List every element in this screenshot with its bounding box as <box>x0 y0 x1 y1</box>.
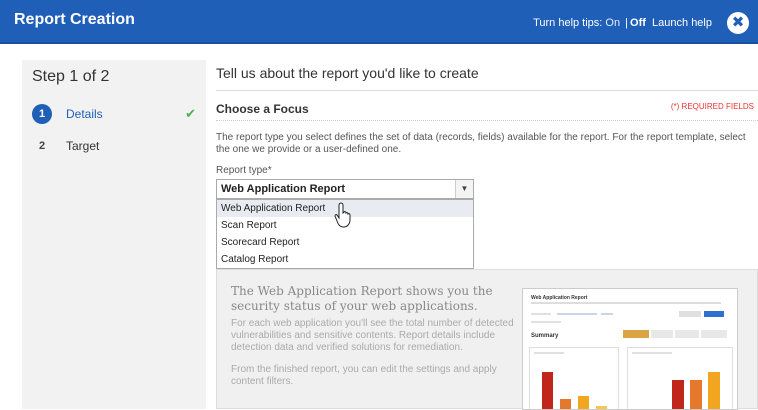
preview-text-line <box>601 313 613 315</box>
close-icon[interactable]: ✖ <box>727 12 749 34</box>
preview-bar <box>578 396 589 409</box>
preview-bar <box>690 380 702 409</box>
report-creation-window: Report Creation Turn help tips: On | Off … <box>0 0 758 410</box>
report-type-value: Web Application Report <box>221 183 346 195</box>
preview-chart-title <box>632 352 672 354</box>
step-label: Target <box>66 139 100 153</box>
preview-title: Web Application Report <box>531 295 588 301</box>
checkmark-icon: ✔ <box>185 106 196 121</box>
info-paragraph: For each web application you'll see the … <box>231 318 514 353</box>
step-counter: Step 1 of 2 <box>32 68 110 85</box>
chevron-down-icon[interactable]: ▼ <box>455 180 473 198</box>
help-separator: | <box>625 17 629 29</box>
help-controls: Turn help tips: On | Off Launch help <box>533 17 712 29</box>
report-type-select[interactable]: Web Application Report ▼ <box>216 179 474 199</box>
help-tips-label: Turn help tips: <box>533 17 603 29</box>
preview-button <box>704 311 724 317</box>
divider <box>216 90 758 91</box>
preview-chart-title <box>534 352 564 354</box>
section-title: Choose a Focus <box>216 102 309 116</box>
sidebar-step-details[interactable]: 1 Details ✔ <box>32 104 206 126</box>
page-intro: Tell us about the report you'd like to c… <box>216 65 479 81</box>
main-panel: Tell us about the report you'd like to c… <box>216 56 758 410</box>
preview-chip <box>623 330 649 338</box>
preview-chart-left <box>529 347 619 409</box>
section-description: The report type you select defines the s… <box>216 132 746 155</box>
report-info-panel: The Web Application Report shows you the… <box>216 269 758 410</box>
hand-pointer-icon <box>334 202 351 228</box>
preview-chip <box>701 330 727 338</box>
preview-button <box>679 311 701 317</box>
preview-subtitle-line <box>531 302 721 304</box>
wizard-sidebar: Step 1 of 2 1 Details ✔ 2 Target <box>22 60 206 409</box>
preview-bar <box>596 406 607 409</box>
report-type-label: Report type* <box>216 165 272 176</box>
step-number: 1 <box>32 104 52 124</box>
preview-chart-right <box>627 347 733 409</box>
preview-text-line <box>531 321 561 323</box>
preview-text-line <box>531 313 551 315</box>
preview-chip <box>651 330 673 338</box>
step-label: Details <box>66 107 103 121</box>
launch-help-link[interactable]: Launch help <box>652 17 712 29</box>
preview-bar <box>708 372 720 409</box>
preview-bar <box>542 372 553 409</box>
info-heading: The Web Application Report shows you the… <box>231 284 493 313</box>
window-title: Report Creation <box>14 11 135 28</box>
preview-bar <box>672 380 684 409</box>
preview-chip <box>675 330 699 338</box>
report-preview-thumbnail: Web Application Report Summary <box>522 288 738 410</box>
divider <box>216 120 758 121</box>
preview-text-line <box>557 313 597 315</box>
option-scorecard-report[interactable]: Scorecard Report <box>217 234 473 251</box>
preview-summary: Summary <box>531 333 559 339</box>
title-bar: Report Creation Turn help tips: On | Off … <box>0 0 758 44</box>
step-number: 2 <box>32 136 52 156</box>
help-tips-on[interactable]: On <box>605 17 620 29</box>
sidebar-step-target[interactable]: 2 Target <box>32 136 206 158</box>
info-paragraph: From the finished report, you can edit t… <box>231 364 497 387</box>
option-catalog-report[interactable]: Catalog Report <box>217 251 473 268</box>
help-tips-off[interactable]: Off <box>630 17 646 29</box>
preview-bar <box>560 399 571 409</box>
required-fields-note: (*) REQUIRED FIELDS <box>670 102 754 111</box>
